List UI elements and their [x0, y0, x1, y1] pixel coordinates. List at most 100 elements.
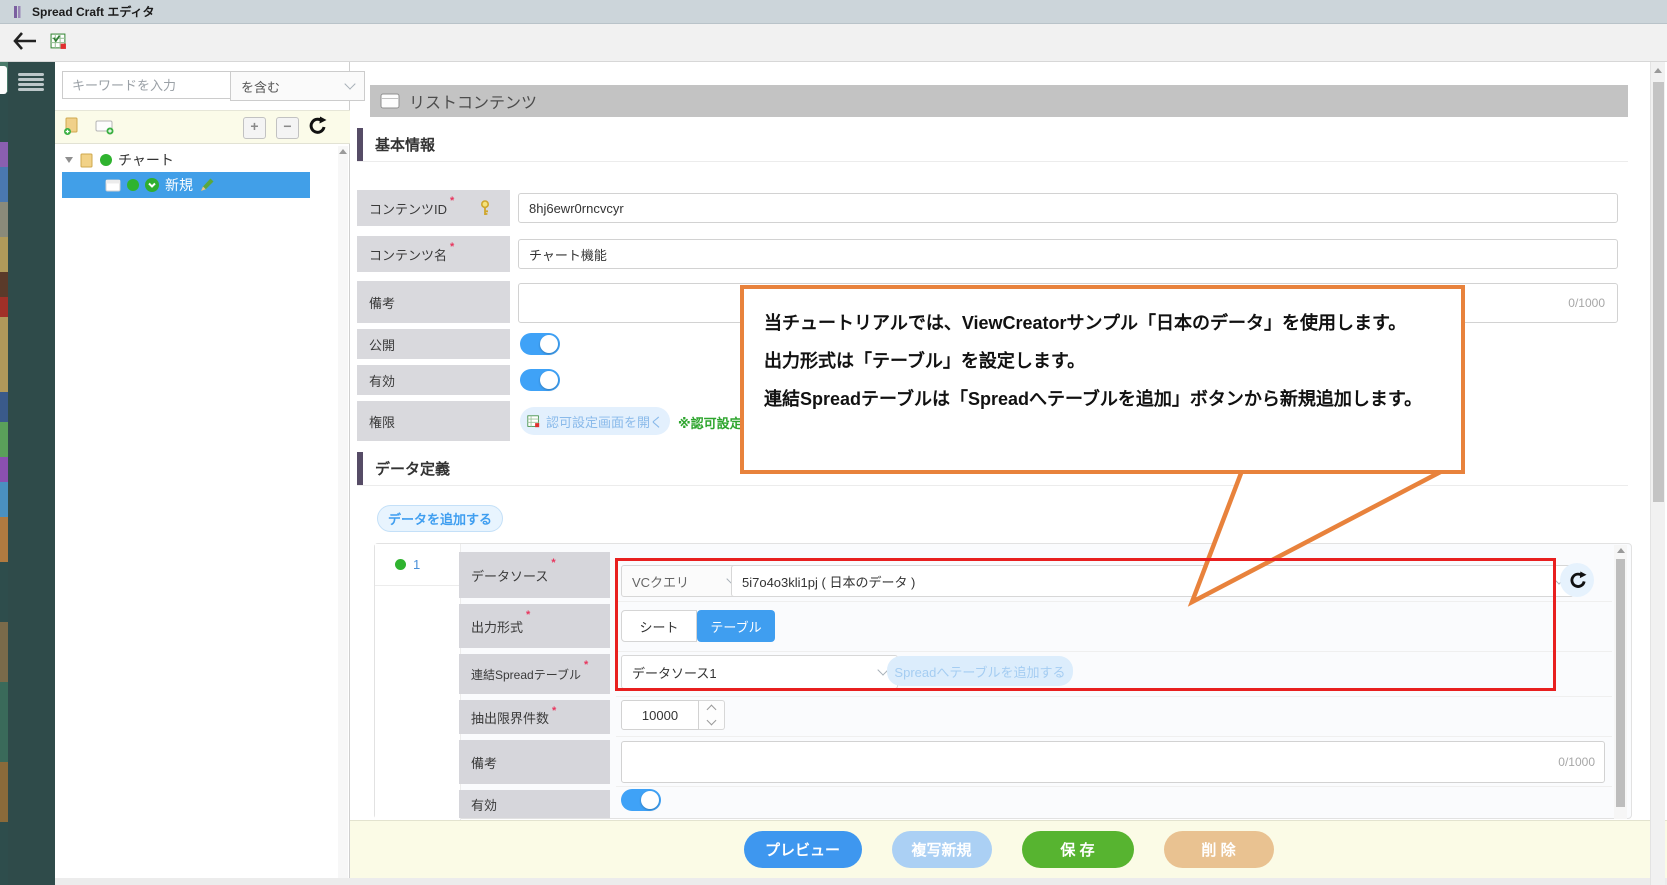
output-format-label-cell: 出力形式*	[459, 604, 610, 648]
data-remarks-counter: 0/1000	[1495, 755, 1595, 769]
content-id-input[interactable]	[518, 193, 1618, 223]
back-icon[interactable]	[12, 31, 38, 51]
caret-down-icon[interactable]	[65, 157, 73, 163]
tree-node-chart[interactable]: チャート	[65, 150, 174, 170]
refresh-icon	[1568, 571, 1587, 590]
action-bar: プレビュー 複写新規 保 存 削 除	[350, 820, 1667, 878]
callout-line: 当チュートリアルでは、ViewCreatorサンプル「日本のデータ」を使用します…	[764, 304, 1441, 342]
section-title: データ定義	[375, 458, 450, 479]
remarks-counter: 0/1000	[1505, 296, 1605, 310]
window-bottom-edge	[55, 878, 1667, 885]
stepper-down-icon[interactable]	[707, 716, 717, 726]
data-enabled-label-cell: 有効	[459, 790, 610, 818]
data-row-index: 1	[413, 557, 420, 572]
remarks-label-cell: 備考	[357, 281, 510, 323]
stepper-up-icon[interactable]	[707, 705, 717, 715]
field-label: 連結Spreadテーブル	[471, 666, 581, 683]
status-dot-icon	[100, 154, 112, 166]
permission-button-label: 認可設定画面を開く	[546, 412, 663, 431]
rail-tab	[0, 66, 7, 94]
datasource-refresh-button[interactable]	[1560, 563, 1594, 597]
add-data-button[interactable]: データを追加する	[377, 505, 503, 532]
callout-line: 連結Spreadテーブルは「Spreadへテーブルを追加」ボタンから新規追加しま…	[764, 380, 1441, 418]
app-icon	[14, 5, 22, 19]
data-enabled-toggle[interactable]	[621, 789, 661, 811]
limit-label-cell: 抽出限界件数*	[459, 700, 610, 734]
content-name-input[interactable]	[518, 239, 1618, 269]
output-sheet-button[interactable]: シート	[621, 610, 697, 642]
spreadsheet-icon[interactable]	[50, 33, 67, 50]
status-dot-icon	[127, 179, 139, 191]
panel-scrollbar[interactable]	[1614, 545, 1627, 819]
scroll-up-icon[interactable]	[1617, 548, 1625, 553]
scrollbar-thumb[interactable]	[1653, 82, 1664, 502]
match-filter-select[interactable]: を含む	[230, 71, 365, 101]
pencil-icon	[199, 177, 215, 193]
status-dot-icon	[395, 559, 406, 570]
menu-icon[interactable]	[18, 73, 44, 93]
search-input[interactable]	[62, 71, 230, 99]
section-title: 基本情報	[375, 134, 435, 155]
callout-line: 出力形式は「テーブル」を設定します。	[764, 342, 1441, 380]
scroll-up-icon[interactable]	[339, 149, 347, 154]
field-label: 有効	[471, 795, 497, 814]
spread-craft-editor-window: Spread Craft エディタ を含む + − チャート	[0, 0, 1667, 885]
limit-input[interactable]	[621, 700, 699, 730]
add-card-icon[interactable]	[95, 119, 115, 136]
datasource-type-value: VCクエリ	[632, 572, 689, 591]
spread-table-label-cell: 連結Spreadテーブル*	[459, 654, 610, 694]
tree-toolbar: + −	[55, 110, 350, 144]
required-mark: *	[584, 659, 588, 671]
expand-all-button[interactable]: +	[243, 117, 266, 139]
output-table-button[interactable]: テーブル	[697, 610, 775, 642]
scrollbar-thumb[interactable]	[1616, 559, 1625, 807]
enabled-toggle[interactable]	[520, 369, 560, 391]
publish-label-cell: 公開	[357, 329, 510, 359]
main-scrollbar[interactable]	[1650, 62, 1665, 885]
datasource-type-select[interactable]: VCクエリ	[621, 565, 747, 597]
content-id-label-cell: コンテンツID*	[357, 190, 510, 226]
refresh-icon[interactable]	[307, 116, 327, 136]
datasource-label-cell: データソース*	[459, 552, 610, 598]
window-icon	[380, 93, 400, 109]
add-spread-table-button[interactable]: Spreadへテーブルを追加する	[887, 656, 1073, 686]
match-filter-value: を含む	[241, 77, 280, 96]
preview-button[interactable]: プレビュー	[744, 831, 862, 868]
enabled-label-cell: 有効	[357, 365, 510, 395]
permission-settings-button[interactable]: 認可設定画面を開く	[520, 407, 670, 435]
delete-button[interactable]: 削 除	[1164, 831, 1274, 868]
field-label: データソース	[471, 566, 548, 585]
datasource-query-select[interactable]: 5i7o4o3kli1pj ( 日本のデータ )	[731, 565, 1574, 597]
field-label: 公開	[369, 335, 395, 354]
scroll-up-icon[interactable]	[1654, 68, 1662, 73]
tree-node-label: チャート	[118, 150, 174, 170]
data-row-tab[interactable]: 1	[375, 544, 460, 586]
page-header: リストコンテンツ	[370, 85, 1628, 117]
tree-node-new[interactable]: 新規	[62, 172, 310, 198]
save-button[interactable]: 保 存	[1022, 831, 1134, 868]
spread-table-select[interactable]: データソース1	[621, 655, 898, 689]
window-title: Spread Craft エディタ	[32, 3, 155, 20]
required-mark: *	[552, 705, 556, 717]
publish-toggle[interactable]	[520, 333, 560, 355]
title-bar: Spread Craft エディタ	[0, 0, 1667, 24]
permission-label-cell: 権限	[357, 401, 510, 441]
page-title: リストコンテンツ	[409, 89, 537, 113]
add-page-icon[interactable]	[63, 117, 81, 136]
section-accent-bar	[357, 128, 363, 161]
limit-stepper[interactable]	[699, 700, 725, 730]
tree-scrollbar[interactable]	[338, 146, 348, 878]
desktop-edge-strip	[0, 62, 8, 885]
field-label: 備考	[471, 753, 497, 772]
browser-toolbar	[0, 24, 1667, 62]
datasource-query-value: 5i7o4o3kli1pj ( 日本のデータ )	[742, 572, 915, 591]
field-label: 抽出限界件数	[471, 708, 549, 727]
tree-node-label: 新規	[165, 175, 193, 195]
content-name-label-cell: コンテンツ名*	[357, 236, 510, 272]
field-label: 有効	[369, 371, 395, 390]
tree-panel: を含む + − チャート 新規	[55, 62, 350, 885]
key-icon	[479, 200, 491, 217]
data-remarks-textarea[interactable]	[621, 741, 1605, 783]
copy-new-button[interactable]: 複写新規	[892, 831, 992, 868]
collapse-all-button[interactable]: −	[276, 117, 299, 139]
